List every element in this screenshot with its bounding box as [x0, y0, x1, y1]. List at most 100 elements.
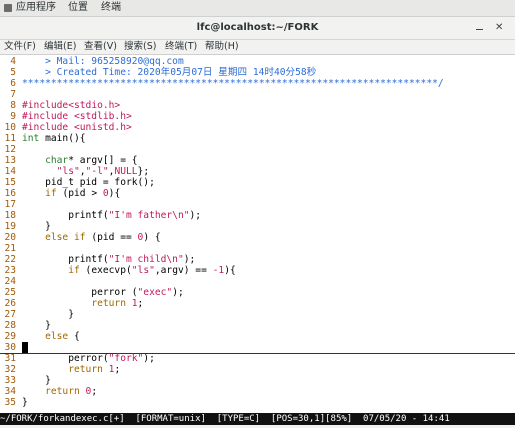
code-token: * argv[] = { — [68, 155, 138, 166]
code-token: } — [22, 309, 74, 320]
menu-view[interactable]: 查看(V) — [84, 40, 117, 54]
code-line[interactable]: 21 — [0, 243, 515, 254]
close-button[interactable]: ✕ — [495, 23, 503, 33]
line-number: 35 — [4, 397, 16, 408]
code-token: ) { — [143, 232, 161, 243]
code-token: "I'm father\n" — [108, 210, 190, 221]
line-code: perror("fork"); — [22, 353, 155, 364]
code-line[interactable]: 28 } — [0, 320, 515, 331]
code-line[interactable]: 6 ***************************************… — [0, 78, 515, 89]
line-code: int main(){ — [22, 133, 86, 144]
code-token: ); — [143, 353, 155, 364]
line-code: } — [22, 221, 51, 232]
vim-editor-area[interactable]: 4 > Mail: 965258920@qq.com 5 > Created Ti… — [0, 55, 515, 412]
line-code: if (pid > 0){ — [22, 188, 120, 199]
code-token: ); — [189, 210, 202, 221]
code-token: ); — [172, 287, 184, 298]
line-number: 29 — [4, 331, 16, 342]
applications-menu[interactable]: 应用程序 — [16, 0, 56, 16]
code-line[interactable]: 10 #include <unistd.h> — [0, 122, 515, 133]
code-token: (pid > — [56, 188, 103, 199]
line-code: if (execvp("ls",argv) == -1){ — [22, 265, 236, 276]
line-number: 32 — [4, 364, 16, 375]
code-line[interactable]: 29 else { — [0, 331, 515, 342]
code-token: (pid == — [85, 232, 138, 243]
line-number: 7 — [10, 89, 16, 100]
code-token: perror ( — [22, 287, 138, 298]
code-line[interactable]: 11 int main(){ — [0, 133, 515, 144]
code-line[interactable]: 20 else if (pid == 0) { — [0, 232, 515, 243]
code-token: ****************************************… — [22, 78, 444, 89]
line-code: ****************************************… — [22, 78, 444, 89]
line-number: 10 — [4, 122, 16, 133]
code-line[interactable]: 32 return 1; — [0, 364, 515, 375]
line-number: 30 — [4, 342, 16, 353]
menu-edit[interactable]: 编辑(E) — [44, 40, 76, 54]
code-token: }; — [137, 166, 150, 177]
code-line[interactable]: 12 — [0, 144, 515, 155]
code-token: { — [68, 331, 80, 342]
code-token: ){ — [224, 265, 236, 276]
line-code: } — [22, 397, 28, 408]
code-line[interactable]: 14 "ls","-l",NULL}; — [0, 166, 515, 177]
places-menu[interactable]: 位置 — [68, 0, 88, 16]
code-token: #include — [22, 100, 69, 111]
menu-file[interactable]: 文件(F) — [4, 40, 36, 54]
code-line[interactable]: 18 printf("I'm father\n"); — [0, 210, 515, 221]
line-number: 17 — [4, 199, 16, 210]
code-line[interactable]: 33 } — [0, 375, 515, 386]
code-line[interactable]: 13 char* argv[] = { — [0, 155, 515, 166]
code-line[interactable]: 27 } — [0, 309, 515, 320]
code-token: char — [45, 155, 69, 166]
vim-status-line: ~/FORK/forkandexec.c[+] [FORMAT=unix] [T… — [0, 413, 515, 425]
code-line[interactable]: 9 #include <stdlib.h> — [0, 111, 515, 122]
line-number: 18 — [4, 210, 16, 221]
window-title-bar: lfc@localhost:~/FORK ✕ — [0, 17, 515, 40]
line-code: pid_t pid = fork(); — [22, 177, 155, 188]
line-number: 23 — [4, 265, 16, 276]
minimize-button[interactable] — [476, 29, 483, 30]
terminal-app-menu[interactable]: 终端 — [101, 0, 121, 16]
code-line[interactable]: 17 — [0, 199, 515, 210]
code-line[interactable]: 16 if (pid > 0){ — [0, 188, 515, 199]
code-line[interactable]: 34 return 0; — [0, 386, 515, 397]
code-token: NULL — [114, 166, 138, 177]
line-number: 22 — [4, 254, 16, 265]
code-token: if — [45, 188, 57, 199]
line-code: perror ("exec"); — [22, 287, 184, 298]
code-token: return — [68, 364, 103, 375]
code-line[interactable]: 35} — [0, 397, 515, 408]
code-line[interactable]: 26 return 1; — [0, 298, 515, 309]
line-code: "ls","-l",NULL}; — [22, 166, 149, 177]
menu-search[interactable]: 搜索(S) — [124, 40, 156, 54]
code-token: <stdio.h> — [68, 100, 121, 111]
code-token: <unistd.h> — [73, 122, 132, 133]
menu-help[interactable]: 帮助(H) — [205, 40, 239, 54]
code-line[interactable]: 15 pid_t pid = fork(); — [0, 177, 515, 188]
line-code: #include <unistd.h> — [22, 122, 132, 133]
code-token: if — [68, 265, 80, 276]
code-line[interactable]: 22 printf("I'm child\n"); — [0, 254, 515, 265]
code-line[interactable]: 8 #include<stdio.h> — [0, 100, 515, 111]
code-token: ){ — [108, 188, 121, 199]
line-code: } — [22, 309, 74, 320]
code-line[interactable]: 7 — [0, 89, 515, 100]
code-line[interactable]: 25 perror ("exec"); — [0, 287, 515, 298]
line-code: else { — [22, 331, 80, 342]
code-token: (execvp( — [79, 265, 132, 276]
code-line[interactable]: 19 } — [0, 221, 515, 232]
code-line[interactable]: 23 if (execvp("ls",argv) == -1){ — [0, 265, 515, 276]
menu-terminal[interactable]: 终端(T) — [165, 40, 197, 54]
code-line[interactable]: 24 — [0, 276, 515, 287]
line-number: 24 — [4, 276, 16, 287]
code-token: } — [22, 221, 51, 232]
code-line[interactable]: 4 > Mail: 965258920@qq.com — [0, 56, 515, 67]
code-line[interactable]: 5 > Created Time: 2020年05月07日 星期四 14时40分… — [0, 67, 515, 78]
line-number: 33 — [4, 375, 16, 386]
line-number: 27 — [4, 309, 16, 320]
code-line[interactable]: 31 perror("fork"); — [0, 353, 515, 364]
line-number: 26 — [4, 298, 16, 309]
